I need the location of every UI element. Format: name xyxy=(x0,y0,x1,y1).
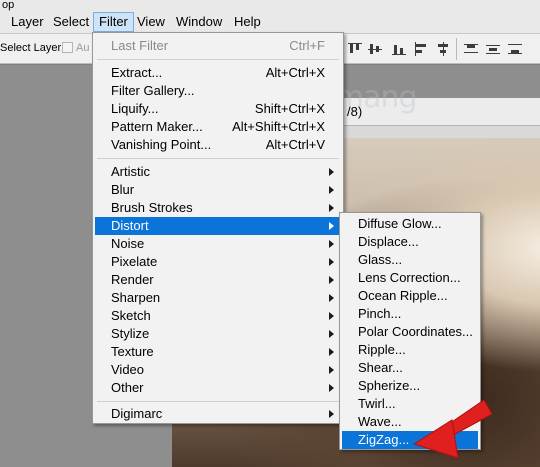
submenu-item-lens-correction[interactable]: Lens Correction... xyxy=(342,269,478,287)
submenu-arrow-icon xyxy=(329,258,334,266)
menu-help[interactable]: Help xyxy=(229,12,266,32)
select-layer-label: Select Layer xyxy=(0,42,62,54)
distribute-bottom-icon[interactable] xyxy=(506,40,524,58)
submenu-item-diffuse-glow[interactable]: Diffuse Glow... xyxy=(342,215,478,233)
submenu-arrow-icon xyxy=(329,312,334,320)
submenu-arrow-icon xyxy=(329,384,334,392)
align-top-icon[interactable] xyxy=(346,40,364,58)
submenu-arrow-icon xyxy=(329,348,334,356)
menu-item-texture[interactable]: Texture xyxy=(95,343,341,361)
align-bottom-icon[interactable] xyxy=(390,40,408,58)
menu-item-distort[interactable]: Distort xyxy=(95,217,341,235)
menu-item-filter-gallery[interactable]: Filter Gallery... xyxy=(95,82,341,100)
app-title: op xyxy=(2,0,15,11)
distribute-top-icon[interactable] xyxy=(462,40,480,58)
menu-window[interactable]: Window xyxy=(171,12,227,32)
menu-item-pixelate[interactable]: Pixelate xyxy=(95,253,341,271)
menu-item-render[interactable]: Render xyxy=(95,271,341,289)
submenu-arrow-icon xyxy=(329,294,334,302)
menu-divider xyxy=(97,401,339,402)
menu-item-extract[interactable]: Extract... Alt+Ctrl+X xyxy=(95,64,341,82)
submenu-item-displace[interactable]: Displace... xyxy=(342,233,478,251)
align-left-icon[interactable] xyxy=(412,40,430,58)
align-hcenter-icon[interactable] xyxy=(434,40,452,58)
distribute-vcenter-icon[interactable] xyxy=(484,40,502,58)
submenu-item-pinch[interactable]: Pinch... xyxy=(342,305,478,323)
menu-item-pattern-maker[interactable]: Pattern Maker... Alt+Shift+Ctrl+X xyxy=(95,118,341,136)
menu-layer[interactable]: Layer xyxy=(6,12,49,32)
submenu-item-ocean-ripple[interactable]: Ocean Ripple... xyxy=(342,287,478,305)
menu-item-artistic[interactable]: Artistic xyxy=(95,163,341,181)
menu-item-last-filter: Last Filter Ctrl+F xyxy=(111,38,325,53)
menu-item-brush-strokes[interactable]: Brush Strokes xyxy=(95,199,341,217)
submenu-item-polar-coordinates[interactable]: Polar Coordinates... xyxy=(342,323,478,341)
menu-filter[interactable]: Filter xyxy=(93,12,134,32)
filter-menu: Last Filter Ctrl+F Extract... Alt+Ctrl+X … xyxy=(92,32,344,424)
menu-item-other[interactable]: Other xyxy=(95,379,341,397)
submenu-arrow-icon xyxy=(329,240,334,248)
menu-item-liquify[interactable]: Liquify... Shift+Ctrl+X xyxy=(95,100,341,118)
menu-bar: op Layer Select Filter View Window Help xyxy=(0,0,540,34)
menu-view[interactable]: View xyxy=(132,12,170,32)
submenu-arrow-icon xyxy=(329,186,334,194)
menu-divider xyxy=(97,158,339,159)
menu-item-vanishing-point[interactable]: Vanishing Point... Alt+Ctrl+V xyxy=(95,136,341,154)
menu-item-sketch[interactable]: Sketch xyxy=(95,307,341,325)
submenu-arrow-icon xyxy=(329,410,334,418)
menu-divider xyxy=(97,59,339,60)
menu-item-noise[interactable]: Noise xyxy=(95,235,341,253)
align-vcenter-icon[interactable] xyxy=(366,40,384,58)
submenu-arrow-icon xyxy=(329,168,334,176)
submenu-arrow-icon xyxy=(329,204,334,212)
menu-item-stylize[interactable]: Stylize xyxy=(95,325,341,343)
menu-item-video[interactable]: Video xyxy=(95,361,341,379)
menu-item-blur[interactable]: Blur xyxy=(95,181,341,199)
toolbar-divider xyxy=(456,38,457,60)
red-arrow-annotation xyxy=(412,399,493,459)
submenu-item-glass[interactable]: Glass... xyxy=(342,251,478,269)
submenu-arrow-icon xyxy=(329,330,334,338)
menu-select[interactable]: Select xyxy=(48,12,94,32)
menu-item-sharpen[interactable]: Sharpen xyxy=(95,289,341,307)
auto-select-label: Au xyxy=(76,42,90,54)
submenu-item-ripple[interactable]: Ripple... xyxy=(342,341,478,359)
menu-item-digimarc[interactable]: Digimarc xyxy=(95,405,341,423)
submenu-arrow-icon xyxy=(329,222,334,230)
submenu-item-shear[interactable]: Shear... xyxy=(342,359,478,377)
submenu-arrow-icon xyxy=(329,276,334,284)
submenu-arrow-icon xyxy=(329,366,334,374)
auto-select-checkbox[interactable] xyxy=(62,42,73,53)
